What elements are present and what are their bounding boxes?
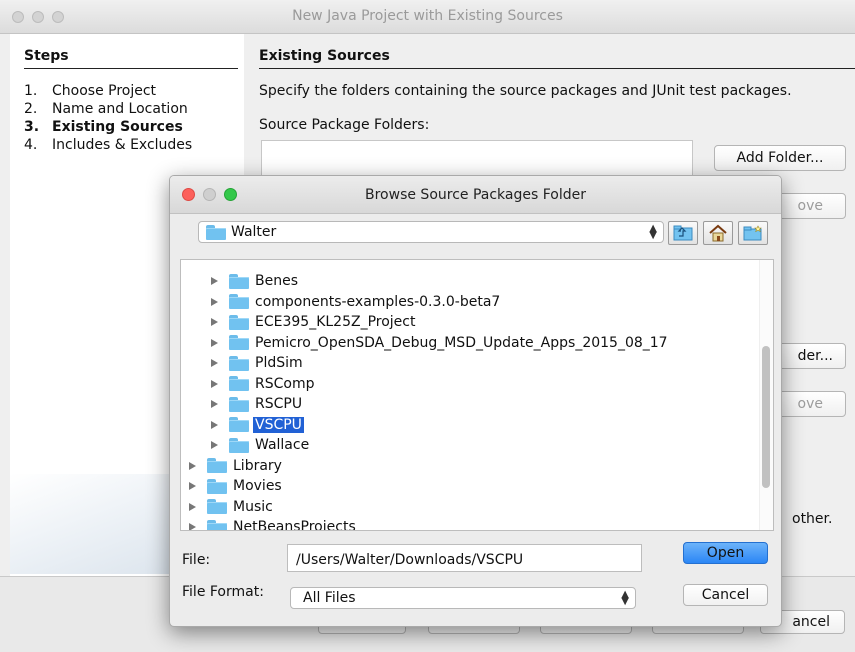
folder-icon	[229, 437, 249, 453]
tree-item[interactable]: PldSim	[211, 353, 305, 373]
tree-item[interactable]: Pemicro_OpenSDA_Debug_MSD_Update_Apps_20…	[211, 333, 670, 353]
expand-arrow-icon[interactable]	[211, 440, 219, 450]
folder-icon	[229, 335, 249, 350]
expand-arrow-icon[interactable]	[211, 338, 219, 348]
tree-item-label: PldSim	[255, 355, 303, 371]
up-folder-button[interactable]	[668, 221, 698, 245]
tree-item[interactable]: RSCPU	[211, 394, 304, 414]
file-format-dropdown[interactable]: All Files ▲ ▼	[290, 587, 636, 609]
wizard-title: New Java Project with Existing Sources	[292, 8, 563, 24]
tree-scrollbar[interactable]	[759, 260, 773, 530]
folder-icon	[229, 273, 249, 289]
tree-item-label: RSCPU	[255, 396, 303, 412]
expand-arrow-icon[interactable]	[211, 420, 219, 430]
dialog-title: Browse Source Packages Folder	[365, 187, 586, 203]
steps-list: 1. Choose Project 2. Name and Location 3. E…	[24, 82, 192, 154]
home-icon	[709, 224, 727, 242]
expand-arrow-icon[interactable]	[189, 502, 197, 512]
browse-dialog: Browse Source Packages Folder Walter ▲ ▼ …	[169, 175, 782, 627]
expand-arrow-icon[interactable]	[189, 481, 197, 491]
folder-icon	[206, 225, 226, 240]
file-name-input[interactable]	[287, 544, 642, 572]
folder-icon	[229, 396, 249, 412]
updown-arrows-icon: ▲ ▼	[621, 589, 629, 607]
expand-arrow-icon[interactable]	[211, 297, 219, 307]
new-folder-icon	[743, 225, 762, 241]
step-item: 2. Name and Location	[24, 101, 188, 117]
expand-arrow-icon[interactable]	[211, 399, 219, 409]
tree-item[interactable]: Wallace	[211, 435, 311, 455]
updown-arrows-icon: ▲ ▼	[649, 223, 657, 241]
tree-item[interactable]: Benes	[211, 271, 300, 291]
folder-icon	[207, 499, 227, 514]
tree-item-label: Pemicro_OpenSDA_Debug_MSD_Update_Apps_20…	[255, 334, 668, 351]
up-folder-icon	[673, 225, 693, 241]
file-label: File:	[182, 552, 211, 568]
folder-icon	[207, 519, 227, 530]
tree-item[interactable]: Library	[189, 456, 284, 476]
step-item-current: 3. Existing Sources	[24, 119, 183, 135]
tree-item-label: RSComp	[255, 375, 315, 392]
folder-icon	[229, 314, 249, 330]
source-folders-label: Source Package Folders:	[259, 117, 430, 133]
divider	[24, 68, 238, 69]
expand-arrow-icon[interactable]	[211, 358, 219, 368]
folder-icon	[207, 478, 227, 494]
look-in-value: Walter	[231, 224, 277, 240]
expand-arrow-icon[interactable]	[211, 276, 219, 286]
tree-item-label: VSCPU	[253, 416, 304, 433]
info-text-fragment: other.	[792, 511, 833, 527]
home-button[interactable]	[703, 221, 733, 245]
add-folder-button[interactable]: Add Folder...	[714, 145, 846, 171]
step-item: 4. Includes & Excludes	[24, 137, 193, 153]
folder-icon	[229, 355, 249, 371]
tree-item[interactable]: ECE395_KL25Z_Project	[211, 312, 417, 332]
tree-item-label: Music	[233, 498, 273, 515]
file-format-value: All Files	[303, 590, 356, 606]
cancel-button[interactable]: Cancel	[683, 584, 768, 606]
tree-item-label: Library	[233, 457, 282, 474]
expand-arrow-icon[interactable]	[189, 522, 197, 530]
expand-arrow-icon[interactable]	[211, 317, 219, 327]
tree-item[interactable]: Movies	[189, 476, 284, 496]
tree-item[interactable]: NetBeansProjects	[189, 517, 358, 531]
tree-item-label: ECE395_KL25Z_Project	[255, 314, 416, 330]
steps-heading: Steps	[24, 48, 69, 64]
tree-item-selected[interactable]: VSCPU	[211, 415, 304, 435]
folder-icon	[229, 417, 249, 432]
tree-item-label: components-examples-0.3.0-beta7	[255, 293, 501, 310]
step-item: 1. Choose Project	[24, 83, 157, 99]
dialog-titlebar: Browse Source Packages Folder	[170, 176, 781, 214]
section-description: Specify the folders containing the sourc…	[259, 83, 792, 99]
tree-item-label: NetBeansProjects	[233, 519, 356, 531]
open-button[interactable]: Open	[683, 542, 768, 564]
tree-item-label: Wallace	[255, 437, 310, 453]
tree-item-label: Movies	[233, 478, 282, 494]
tree-item[interactable]: components-examples-0.3.0-beta7	[211, 292, 502, 312]
expand-arrow-icon[interactable]	[189, 461, 197, 471]
folder-icon	[207, 458, 227, 473]
tree-item[interactable]: Music	[189, 497, 275, 517]
scrollbar-thumb[interactable]	[762, 346, 770, 488]
wizard-titlebar: New Java Project with Existing Sources	[0, 0, 855, 34]
tree-item-label: Benes	[255, 273, 298, 289]
folder-icon	[229, 294, 249, 309]
look-in-dropdown[interactable]: Walter ▲ ▼	[198, 221, 664, 243]
section-heading: Existing Sources	[259, 48, 390, 64]
folder-icon	[229, 376, 249, 391]
expand-arrow-icon[interactable]	[211, 379, 219, 389]
divider	[259, 68, 855, 69]
file-format-label: File Format:	[182, 584, 264, 600]
new-folder-button[interactable]	[738, 221, 768, 245]
tree-item[interactable]: RSComp	[211, 374, 316, 394]
folder-tree[interactable]: Benes components-examples-0.3.0-beta7 ECE3…	[180, 259, 774, 531]
